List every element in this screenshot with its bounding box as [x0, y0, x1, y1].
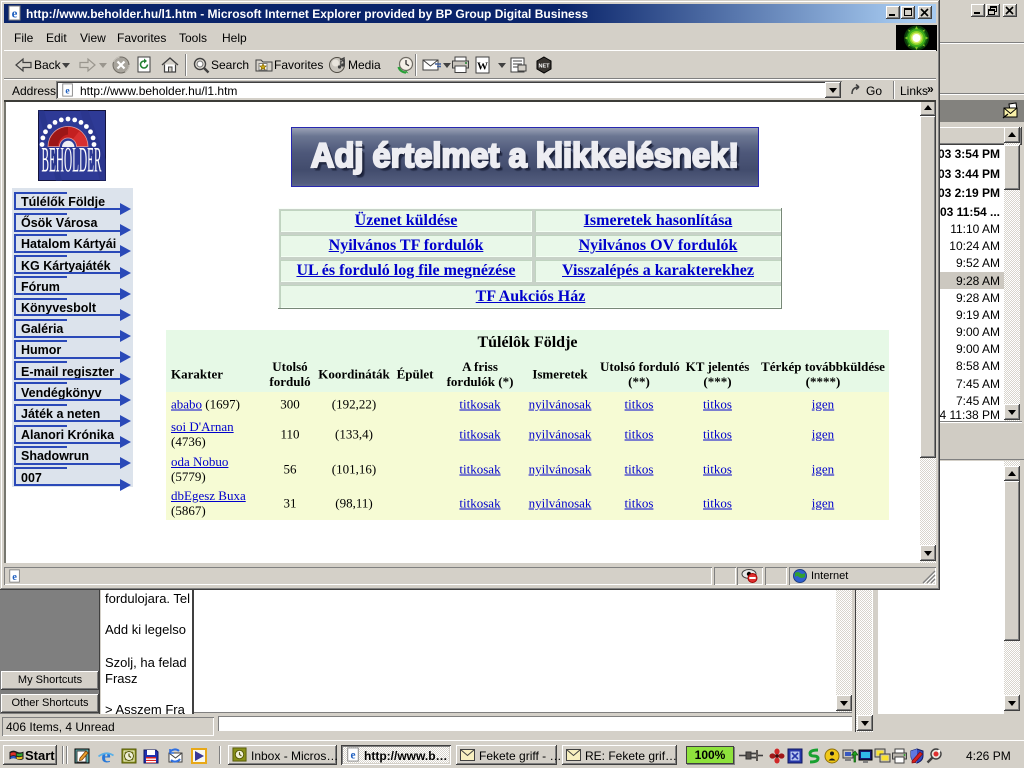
- svg-text:e: e: [65, 86, 70, 97]
- svg-text:W: W: [477, 61, 488, 73]
- svg-text:e: e: [101, 748, 110, 764]
- svg-text:e: e: [12, 6, 18, 21]
- svg-text:e: e: [12, 572, 17, 583]
- svg-text:e: e: [350, 749, 355, 761]
- svg-text:NET: NET: [539, 64, 551, 70]
